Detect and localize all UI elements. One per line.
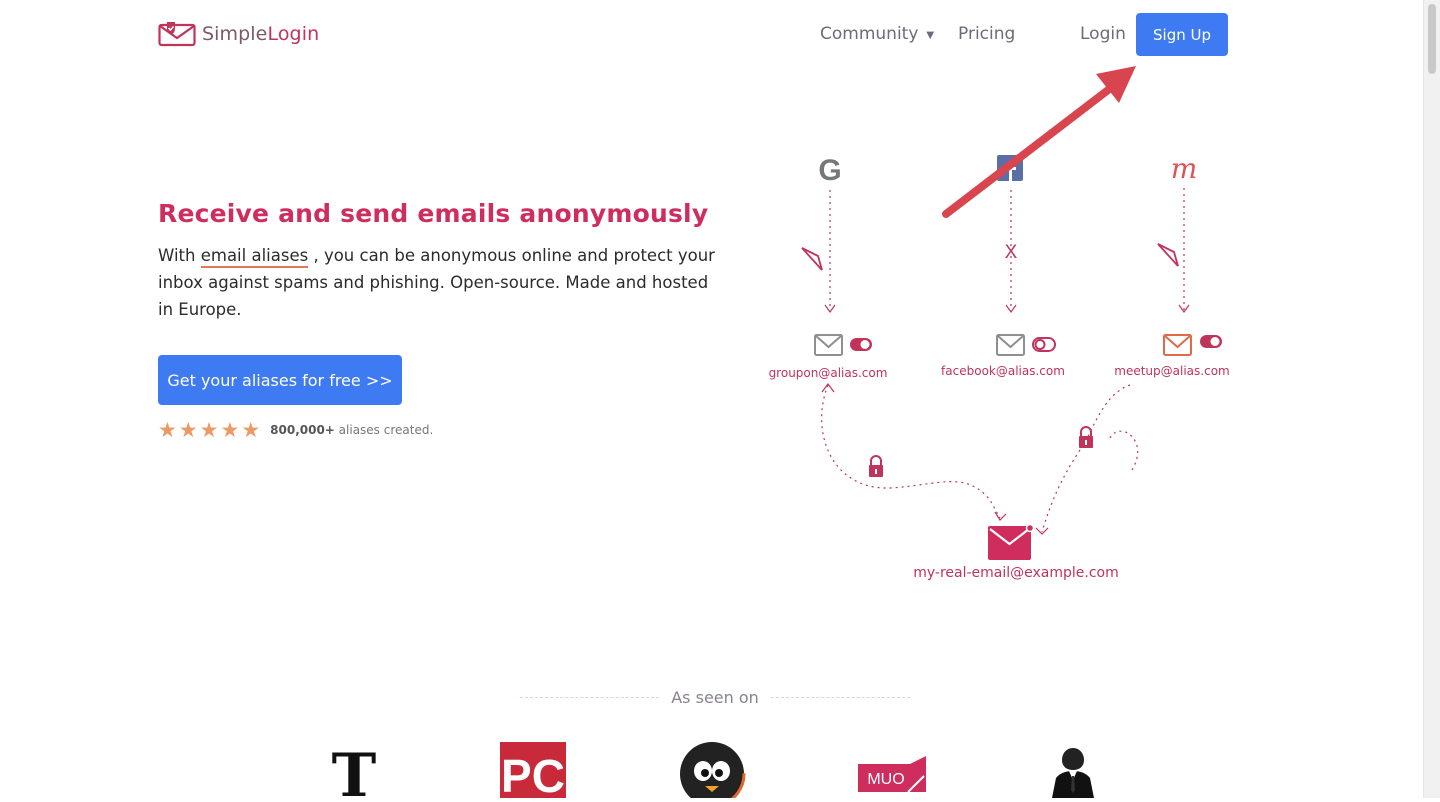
alias-label: groupon@alias.com [768,366,888,380]
nav-login[interactable]: Login [1080,0,1126,68]
get-aliases-button[interactable]: Get your aliases for free >> [158,355,402,405]
cta-label: Get your aliases for free >> [167,370,393,390]
page-scrollbar[interactable] [1423,0,1440,798]
alias-label: meetup@alias.com [1114,364,1230,378]
scrollbar-thumb[interactable] [1428,4,1436,74]
as-seen-on-label: As seen on [671,688,759,707]
logo-text: SimpleLogin [202,23,320,45]
suit-figure-logo[interactable] [1048,740,1098,802]
lock-icon [1079,426,1093,448]
nav-community[interactable]: Community ▼ [820,0,934,68]
real-email-label: my-real-email@example.com [913,565,1119,581]
star-icon: ★ [178,418,198,442]
signup-button[interactable]: Sign Up [1136,13,1228,56]
pcmag-logo[interactable]: PC [500,740,566,802]
facebook-icon [997,155,1023,181]
toggle-on-icon [1200,335,1222,348]
nav-community-label: Community [820,24,919,44]
rating: ★ ★ ★ ★ ★ 800,000+ aliases created. [158,418,434,442]
meetup-icon: m [1171,152,1198,185]
toggle-on-icon [850,338,872,351]
email-aliases-link[interactable]: email aliases [200,246,309,268]
nytimes-logo[interactable]: T [328,740,380,802]
real-email-envelope-icon [988,523,1035,560]
as-seen-on: As seen on [520,688,911,707]
rating-text: 800,000+ aliases created. [270,423,434,437]
svg-text:m: m [1171,152,1198,185]
paper-plane-icon [1157,243,1179,267]
lock-icon [869,455,883,477]
hero-description: With email aliases , you can be anonymou… [158,246,715,319]
nav-pricing[interactable]: Pricing [958,0,1015,68]
muo-logo[interactable]: MUO [858,740,926,802]
linux-logo[interactable] [678,740,746,802]
svg-text:PC: PC [501,750,565,798]
divider [520,697,660,698]
envelope-icon [1163,334,1192,356]
svg-text:G: G [818,154,841,187]
svg-text:T: T [332,741,377,798]
logo-envelope-icon [158,22,196,47]
star-icon: ★ [220,418,240,442]
google-icon: G [818,154,841,187]
nav-pricing-label: Pricing [958,24,1016,44]
divider [770,697,911,698]
envelope-icon [996,334,1025,356]
alias-flow-illustration: G m X groupon@alias.com facebook@alias.c… [760,140,1260,600]
star-icon: ★ [199,418,219,442]
blocked-x-mark: X [1005,242,1018,263]
nav-login-label: Login [1080,24,1126,44]
hero-headline: Receive and send emails anonymously [158,199,709,228]
toggle-off-icon [1032,337,1056,352]
chevron-down-icon: ▼ [926,29,935,41]
alias-label: facebook@alias.com [941,364,1065,378]
logo[interactable]: SimpleLogin [158,21,319,47]
envelope-icon [814,334,843,356]
paper-plane-icon [801,247,823,271]
signup-label: Sign Up [1153,25,1211,44]
svg-text:MUO: MUO [867,771,904,788]
star-icon: ★ [241,418,261,442]
star-icon: ★ [158,418,177,442]
